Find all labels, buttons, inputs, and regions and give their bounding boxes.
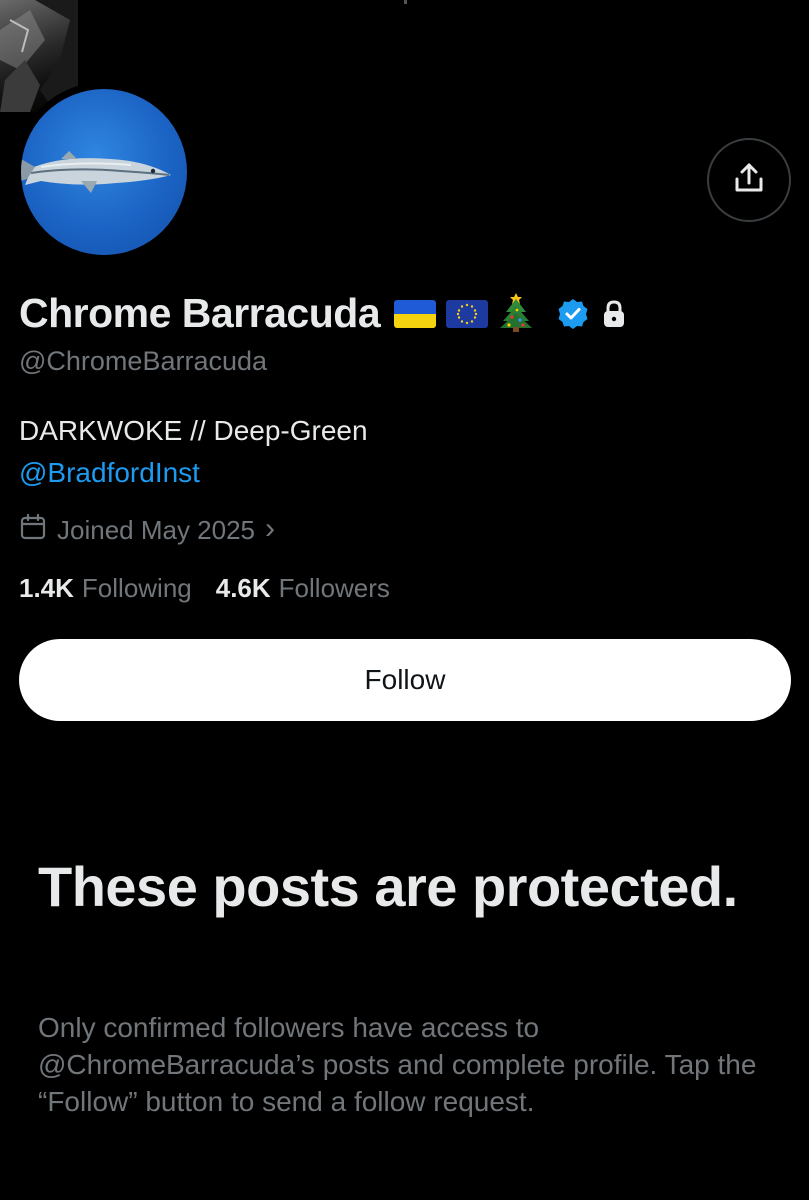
ukraine-flag-emoji (394, 299, 437, 328)
following-label: Following (81, 573, 192, 603)
protected-posts-title: These posts are protected. (38, 855, 738, 918)
banner-artifact (404, 0, 407, 4)
follow-stats: 1.4K Following 4.6K Followers (19, 573, 414, 604)
followers-count: 4.6K (215, 573, 271, 603)
follow-button[interactable]: Follow (19, 639, 791, 721)
share-button[interactable] (707, 138, 791, 222)
joined-date-text: Joined May 2025 (57, 515, 256, 545)
lock-icon (600, 299, 628, 329)
chevron-right-icon: › (265, 512, 276, 545)
following-link[interactable]: 1.4K Following (19, 573, 192, 604)
profile-handle: @ChromeBarracuda (19, 346, 268, 376)
name-row: Chrome Barracuda (19, 290, 628, 337)
display-name: Chrome Barracuda (19, 290, 381, 336)
protected-posts-description: Only confirmed followers have access to … (38, 1012, 757, 1117)
followers-label: Followers (278, 573, 390, 603)
verified-badge-icon[interactable] (556, 297, 590, 331)
followers-link[interactable]: 4.6K Followers (216, 573, 390, 604)
following-count: 1.4K (19, 573, 74, 603)
profile-bio: DARKWOKE // Deep-Green (19, 415, 368, 446)
avatar[interactable] (14, 82, 194, 262)
joined-date-row[interactable]: Joined May 2025 › (19, 512, 276, 548)
eu-flag-emoji (446, 299, 489, 328)
christmas-tree-emoji (498, 290, 534, 332)
calendar-icon (19, 513, 47, 548)
bio-mention-link[interactable]: @BradfordInst (19, 457, 200, 489)
avatar-image (21, 89, 187, 255)
share-icon (732, 161, 766, 200)
